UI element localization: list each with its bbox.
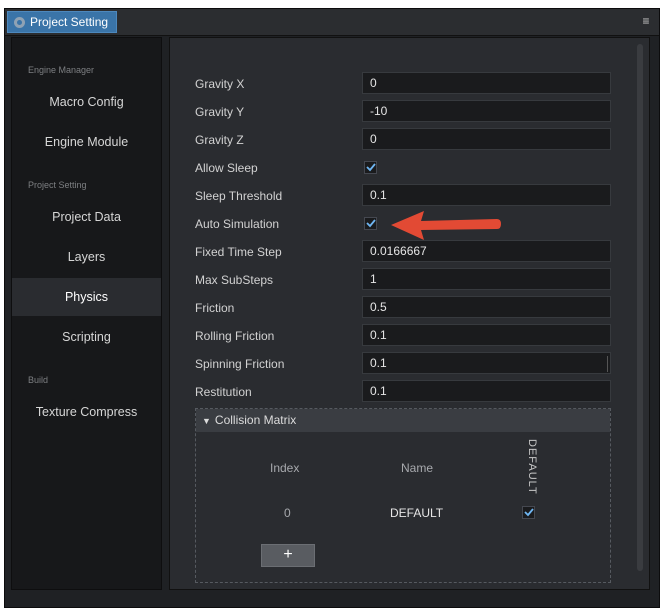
spinning-friction-label: Spinning Friction [195, 357, 285, 371]
max-substeps-input[interactable]: 1 [362, 268, 611, 290]
project-setting-tab[interactable]: Project Setting [7, 11, 118, 33]
matrix-row-name: DEFAULT [390, 506, 444, 520]
add-group-button[interactable]: + [261, 544, 315, 567]
rolling-friction-label: Rolling Friction [195, 329, 275, 343]
spinner-arrows-icon[interactable] [607, 356, 612, 372]
sidebar-item-engine-module[interactable]: Engine Module [12, 123, 161, 161]
matrix-row-index: 0 [284, 506, 291, 520]
rolling-friction-input[interactable]: 0.1 [362, 324, 611, 346]
sidebar-item-macro-config[interactable]: Macro Config [12, 83, 161, 121]
friction-input[interactable]: 0.5 [362, 296, 611, 318]
checkmark-icon [366, 219, 376, 228]
sidebar-item-layers[interactable]: Layers [12, 238, 161, 276]
fixed-time-step-label: Fixed Time Step [195, 245, 282, 259]
gravity-z-row: Gravity Z 0 [195, 128, 615, 152]
max-substeps-row: Max SubSteps 1 [195, 268, 615, 292]
friction-label: Friction [195, 301, 235, 315]
collision-matrix-section: ▼ Collision Matrix Index Name DEFAULT 0 D… [195, 408, 611, 583]
gravity-y-row: Gravity Y -10 [195, 100, 615, 124]
matrix-default-checkbox[interactable] [522, 506, 535, 519]
title-bar: Project Setting ≡ [5, 9, 659, 36]
sidebar-item-texture-compress[interactable]: Texture Compress [12, 393, 161, 431]
gravity-z-label: Gravity Z [195, 133, 244, 147]
group-label-engine-manager: Engine Manager [28, 65, 95, 75]
settings-sidebar: Engine Manager Macro Config Engine Modul… [11, 37, 162, 590]
group-label-project-setting: Project Setting [28, 180, 87, 190]
rolling-friction-row: Rolling Friction 0.1 [195, 324, 615, 348]
max-substeps-label: Max SubSteps [195, 273, 274, 287]
restitution-row: Restitution 0.1 [195, 380, 615, 404]
checkmark-icon [366, 163, 376, 172]
column-index-header: Index [270, 461, 300, 475]
gravity-x-input[interactable]: 0 [362, 72, 611, 94]
sleep-threshold-input[interactable]: 0.1 [362, 184, 611, 206]
allow-sleep-label: Allow Sleep [195, 161, 258, 175]
spinning-friction-value: 0.1 [370, 356, 387, 370]
spinning-friction-input[interactable]: 0.1 [362, 352, 611, 374]
checkmark-icon [524, 508, 534, 517]
gravity-x-label: Gravity X [195, 77, 245, 91]
triangle-down-icon: ▼ [202, 416, 211, 426]
allow-sleep-checkbox[interactable] [364, 161, 377, 174]
group-label-build: Build [28, 375, 49, 385]
physics-settings-panel: Gravity X 0 Gravity Y -10 Gravity Z 0 Al… [169, 37, 650, 590]
allow-sleep-row: Allow Sleep [195, 156, 615, 180]
restitution-label: Restitution [195, 385, 252, 399]
gravity-y-label: Gravity Y [195, 105, 245, 119]
auto-simulation-label: Auto Simulation [195, 217, 280, 231]
gravity-z-input[interactable]: 0 [362, 128, 611, 150]
friction-row: Friction 0.5 [195, 296, 615, 320]
gravity-y-input[interactable]: -10 [362, 100, 611, 122]
sidebar-item-project-data[interactable]: Project Data [12, 198, 161, 236]
sidebar-item-scripting[interactable]: Scripting [12, 318, 161, 356]
sleep-threshold-row: Sleep Threshold 0.1 [195, 184, 615, 208]
tab-title: Project Setting [30, 15, 109, 29]
sidebar-item-physics[interactable]: Physics [12, 278, 161, 316]
restitution-input[interactable]: 0.1 [362, 380, 611, 402]
hamburger-menu-icon[interactable]: ≡ [639, 13, 653, 29]
auto-simulation-checkbox[interactable] [364, 217, 377, 230]
column-default-header: DEFAULT [526, 439, 538, 495]
spinning-friction-row: Spinning Friction 0.1 [195, 352, 615, 376]
collision-matrix-title: Collision Matrix [214, 413, 297, 427]
gravity-x-row: Gravity X 0 [195, 72, 615, 96]
collision-matrix-header[interactable]: ▼ Collision Matrix [196, 409, 610, 432]
sleep-threshold-label: Sleep Threshold [195, 189, 283, 203]
annotation-arrow-icon [391, 211, 501, 240]
gear-icon [14, 16, 25, 28]
column-name-header: Name [401, 461, 434, 475]
scrollbar[interactable] [637, 44, 643, 571]
